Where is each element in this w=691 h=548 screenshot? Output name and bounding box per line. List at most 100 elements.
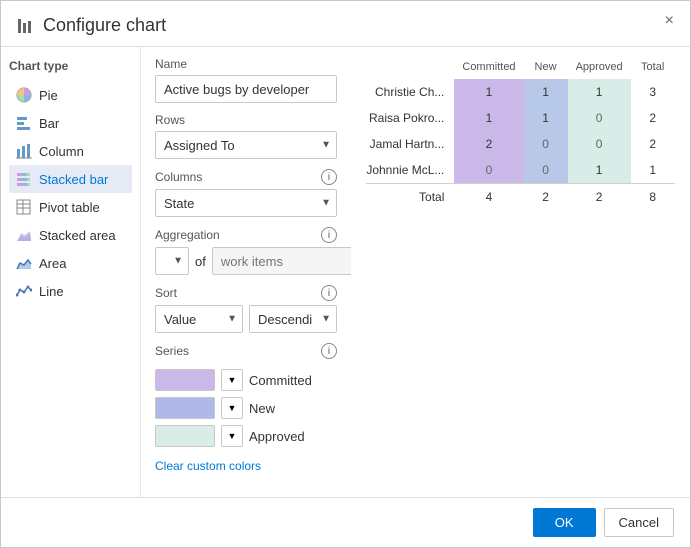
cell-1-new: 1	[524, 105, 568, 131]
table-row: Christie Ch... 1 1 1 3	[366, 79, 674, 105]
aggregation-select-wrapper: Count ▼	[155, 247, 189, 275]
series-dropdown-committed[interactable]: ▼	[221, 369, 243, 391]
aggregation-select[interactable]: Count	[155, 247, 189, 275]
stacked-bar-label: Stacked bar	[39, 172, 108, 187]
series-header: Series i	[155, 343, 337, 359]
series-label: Series	[155, 344, 189, 358]
series-info-icon[interactable]: i	[321, 343, 337, 359]
chart-type-panel: Chart type Pie	[1, 47, 141, 497]
cell-1-approved: 0	[568, 105, 631, 131]
chart-type-pivot-table[interactable]: Pivot table	[9, 193, 132, 221]
totals-row: Total 4 2 2 8	[366, 184, 674, 211]
row-label-3: Johnnie McL...	[366, 157, 454, 184]
aggregation-row: Count ▼ of	[155, 247, 337, 275]
cell-3-approved: 1	[568, 157, 631, 184]
chart-type-bar[interactable]: Bar	[9, 109, 132, 137]
cell-0-approved: 1	[568, 79, 631, 105]
series-list: ▼ Committed ▼ New ▼ Approved	[155, 369, 337, 447]
series-label-approved: Approved	[249, 429, 305, 444]
chart-type-stacked-area[interactable]: Stacked area	[9, 221, 132, 249]
series-label-committed: Committed	[249, 373, 312, 388]
sort-row: Value ▼ Descending ▼	[155, 305, 337, 333]
columns-header: Columns i	[155, 169, 337, 185]
chart-type-list: Pie Bar	[9, 81, 132, 305]
pivot-table-icon	[15, 198, 33, 216]
cell-3-committed: 0	[454, 157, 523, 184]
pie-label: Pie	[39, 88, 58, 103]
clear-custom-colors-link[interactable]: Clear custom colors	[155, 459, 261, 473]
cell-2-approved: 0	[568, 131, 631, 157]
cell-1-total: 2	[631, 105, 675, 131]
series-dropdown-new[interactable]: ▼	[221, 397, 243, 419]
col-new: New	[524, 57, 568, 79]
col-committed: Committed	[454, 57, 523, 79]
table-row: Johnnie McL... 0 0 1 1	[366, 157, 674, 184]
chart-type-area[interactable]: Area	[9, 249, 132, 277]
chart-type-line[interactable]: Line	[9, 277, 132, 305]
rows-select[interactable]: Assigned To	[155, 131, 337, 159]
ok-button[interactable]: OK	[533, 508, 596, 537]
table-row: Raisa Pokro... 1 1 0 2	[366, 105, 674, 131]
name-input[interactable]	[155, 75, 337, 103]
dialog-body: Chart type Pie	[1, 47, 690, 497]
col-total: Total	[631, 57, 675, 79]
form-panel: Name Rows Assigned To ▼ Columns i State …	[141, 47, 351, 497]
chart-type-stacked-bar[interactable]: Stacked bar	[9, 165, 132, 193]
pivot-table-label: Pivot table	[39, 200, 100, 215]
cell-0-committed: 1	[454, 79, 523, 105]
cell-2-total: 2	[631, 131, 675, 157]
dialog-footer: OK Cancel	[1, 497, 690, 547]
close-button[interactable]: ×	[659, 11, 680, 31]
dialog-header: Configure chart ×	[1, 1, 690, 47]
series-label-new: New	[249, 401, 275, 416]
series-item-new: ▼ New	[155, 397, 337, 419]
series-item-committed: ▼ Committed	[155, 369, 337, 391]
sort-value-select-wrapper: Value ▼	[155, 305, 243, 333]
columns-info-icon[interactable]: i	[321, 169, 337, 185]
chart-preview: Committed New Approved Total Christie Ch…	[365, 57, 676, 487]
aggregation-header: Aggregation i	[155, 227, 337, 243]
line-label: Line	[39, 284, 64, 299]
sort-order-select-wrapper: Descending ▼	[249, 305, 337, 333]
area-icon	[15, 254, 33, 272]
column-icon	[15, 142, 33, 160]
aggregation-field-input[interactable]	[212, 247, 351, 275]
series-color-approved[interactable]	[155, 425, 215, 447]
column-label: Column	[39, 144, 84, 159]
series-dropdown-approved[interactable]: ▼	[221, 425, 243, 447]
row-label-1: Raisa Pokro...	[366, 105, 454, 131]
preview-panel: Committed New Approved Total Christie Ch…	[351, 47, 690, 497]
sort-label: Sort	[155, 286, 177, 300]
pie-icon	[15, 86, 33, 104]
row-label-2: Jamal Hartn...	[366, 131, 454, 157]
area-label: Area	[39, 256, 66, 271]
table-row: Jamal Hartn... 2 0 0 2	[366, 131, 674, 157]
cell-2-new: 0	[524, 131, 568, 157]
cell-0-new: 1	[524, 79, 568, 105]
aggregation-label: Aggregation	[155, 228, 220, 242]
bar-label: Bar	[39, 116, 59, 131]
series-color-new[interactable]	[155, 397, 215, 419]
sort-order-select[interactable]: Descending	[249, 305, 337, 333]
chart-type-column[interactable]: Column	[9, 137, 132, 165]
dialog-title: Configure chart	[43, 15, 166, 36]
sort-value-select[interactable]: Value	[155, 305, 243, 333]
total-total: 8	[631, 184, 675, 211]
chart-type-pie[interactable]: Pie	[9, 81, 132, 109]
series-item-approved: ▼ Approved	[155, 425, 337, 447]
bar-icon	[15, 114, 33, 132]
sort-info-icon[interactable]: i	[321, 285, 337, 301]
cell-2-committed: 2	[454, 131, 523, 157]
aggregation-info-icon[interactable]: i	[321, 227, 337, 243]
columns-select[interactable]: State	[155, 189, 337, 217]
cancel-button[interactable]: Cancel	[604, 508, 674, 537]
preview-table: Committed New Approved Total Christie Ch…	[366, 57, 674, 210]
cell-0-total: 3	[631, 79, 675, 105]
stacked-area-label: Stacked area	[39, 228, 116, 243]
cell-3-total: 1	[631, 157, 675, 184]
total-approved: 2	[568, 184, 631, 211]
total-committed: 4	[454, 184, 523, 211]
name-label: Name	[155, 57, 337, 71]
row-label-0: Christie Ch...	[366, 79, 454, 105]
series-color-committed[interactable]	[155, 369, 215, 391]
